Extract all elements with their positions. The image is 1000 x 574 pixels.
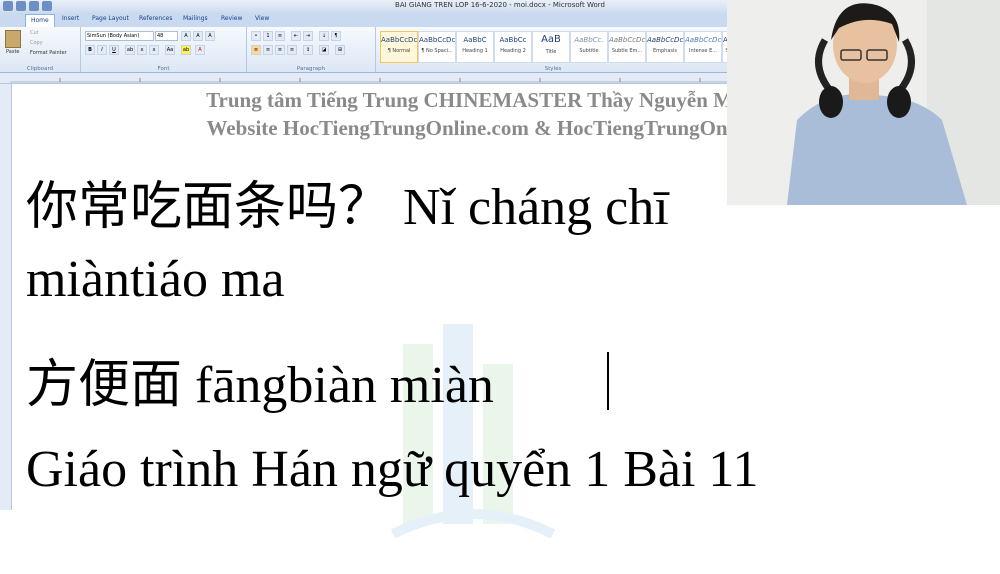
style-normal[interactable]: AaBbCcDc ¶ Normal xyxy=(380,31,418,63)
clear-formatting-button[interactable]: A xyxy=(205,31,215,41)
shading-icon[interactable]: ◪ xyxy=(319,45,329,55)
borders-icon[interactable]: ⊞ xyxy=(335,45,345,55)
style-name: Heading 1 xyxy=(462,48,488,54)
style-preview: AaBbCc. xyxy=(574,36,604,44)
style-name: ¶ Normal xyxy=(387,48,411,54)
presenter-video xyxy=(727,0,1000,205)
style-heading-1[interactable]: AaBbC Heading 1 xyxy=(456,31,494,63)
font-color-icon[interactable]: A xyxy=(195,45,205,55)
font-size-combo[interactable]: 48 xyxy=(155,31,178,41)
vertical-ruler[interactable] xyxy=(0,84,12,510)
justify-icon[interactable]: ≡ xyxy=(287,45,297,55)
decrease-indent-icon[interactable]: ⇤ xyxy=(291,31,301,41)
show-marks-icon[interactable]: ¶ xyxy=(331,31,341,41)
style-preview: AaB xyxy=(541,34,561,45)
ruler-ticks xyxy=(10,78,730,83)
align-left-icon[interactable]: ≡ xyxy=(251,45,261,55)
align-center-icon[interactable]: ≡ xyxy=(263,45,273,55)
lesson-line-4: Giáo trình Hán ngữ quyển 1 Bài 11 xyxy=(26,441,759,498)
numbering-icon[interactable]: 1 xyxy=(263,31,273,41)
paste-icon[interactable] xyxy=(5,30,21,48)
styles-group: AaBbCcDc ¶ Normal AaBbCcDc ¶ No Spaci... A… xyxy=(376,27,732,72)
style-name: Subtle Em... xyxy=(611,48,643,54)
clipboard-group: Paste Cut Copy Format Painter Clipboard xyxy=(0,27,81,72)
style-name: Title xyxy=(545,49,557,55)
style-name: Emphasis xyxy=(652,48,678,54)
paragraph-group-label: Paragraph xyxy=(296,66,326,72)
style-subtle-emphasis[interactable]: AaBbCcDc Subtle Em... xyxy=(608,31,646,63)
style-emphasis[interactable]: AaBbCcDc Emphasis xyxy=(646,31,684,63)
style-name: Subtitle xyxy=(579,48,599,54)
font-group-label: Font xyxy=(157,66,170,72)
lesson-line-1: 你常吃面条吗？ Nǐ cháng chī xyxy=(26,179,669,236)
text-cursor xyxy=(607,352,609,410)
tab-home[interactable]: Home xyxy=(25,14,55,28)
lesson-line-2: miàntiáo ma xyxy=(26,251,285,308)
italic-button[interactable]: I xyxy=(97,45,107,55)
style-preview: AaBbCcDc xyxy=(419,36,456,44)
style-name: ¶ No Spaci... xyxy=(421,48,453,54)
align-right-icon[interactable]: ≡ xyxy=(275,45,285,55)
format-painter-button[interactable]: Format Painter xyxy=(30,50,67,56)
bullets-icon[interactable]: • xyxy=(251,31,261,41)
tab-references[interactable]: References xyxy=(139,15,172,22)
underline-button[interactable]: U xyxy=(109,45,119,55)
lesson-line-3: 方便面 fāngbiàn miàn xyxy=(26,357,494,414)
font-name-combo[interactable]: SimSun (Body Asian) xyxy=(85,31,154,41)
increase-indent-icon[interactable]: ⇥ xyxy=(303,31,313,41)
style-no-spacing[interactable]: AaBbCcDc ¶ No Spaci... xyxy=(418,31,456,63)
style-preview: AaBbCcDc xyxy=(609,36,646,44)
shrink-font-button[interactable]: A xyxy=(193,31,203,41)
style-title[interactable]: AaB Title xyxy=(532,31,570,63)
tab-review[interactable]: Review xyxy=(221,15,242,22)
grow-font-button[interactable]: A xyxy=(181,31,191,41)
tab-mailings[interactable]: Mailings xyxy=(183,15,208,22)
style-name: Heading 2 xyxy=(500,48,526,54)
style-subtitle[interactable]: AaBbCc. Subtitle xyxy=(570,31,608,63)
style-preview: AaBbCcDc xyxy=(647,36,684,44)
bold-button[interactable]: B xyxy=(85,45,95,55)
styles-group-label: Styles xyxy=(544,66,562,72)
style-heading-2[interactable]: AaBbCc Heading 2 xyxy=(494,31,532,63)
cut-button[interactable]: Cut xyxy=(30,30,39,36)
style-preview: AaBbC xyxy=(463,36,487,44)
sort-icon[interactable]: ↓ xyxy=(319,31,329,41)
copy-button[interactable]: Copy xyxy=(30,40,43,46)
clipboard-group-label: Clipboard xyxy=(26,66,54,72)
style-preview: AaBbCcDc xyxy=(685,36,722,44)
paste-button[interactable]: Paste xyxy=(6,49,20,55)
style-preview: AaBbCc xyxy=(499,36,527,44)
webcam-overlay xyxy=(727,0,1000,205)
font-group: SimSun (Body Asian) 48 A A A B I U ab x … xyxy=(81,27,247,72)
style-preview: AaBbCcDc xyxy=(381,36,418,44)
highlight-icon[interactable]: ab xyxy=(181,45,191,55)
tab-page-layout[interactable]: Page Layout xyxy=(92,15,129,22)
style-intense-emphasis[interactable]: AaBbCcDc Intense E... xyxy=(684,31,722,63)
style-name: Intense E... xyxy=(688,48,718,54)
tab-insert[interactable]: Insert xyxy=(62,15,79,22)
change-case-button[interactable]: Aa xyxy=(165,45,175,55)
line-spacing-icon[interactable]: ↕ xyxy=(303,45,313,55)
superscript-button[interactable]: x xyxy=(149,45,159,55)
multilevel-list-icon[interactable]: ≡ xyxy=(275,31,285,41)
paragraph-group: • 1 ≡ ⇤ ⇥ ↓ ¶ ≡ ≡ ≡ ≡ ↕ ◪ ⊞ Paragraph xyxy=(247,27,376,72)
tab-view[interactable]: View xyxy=(255,15,269,22)
subscript-button[interactable]: x xyxy=(137,45,147,55)
strikethrough-button[interactable]: ab xyxy=(125,45,135,55)
